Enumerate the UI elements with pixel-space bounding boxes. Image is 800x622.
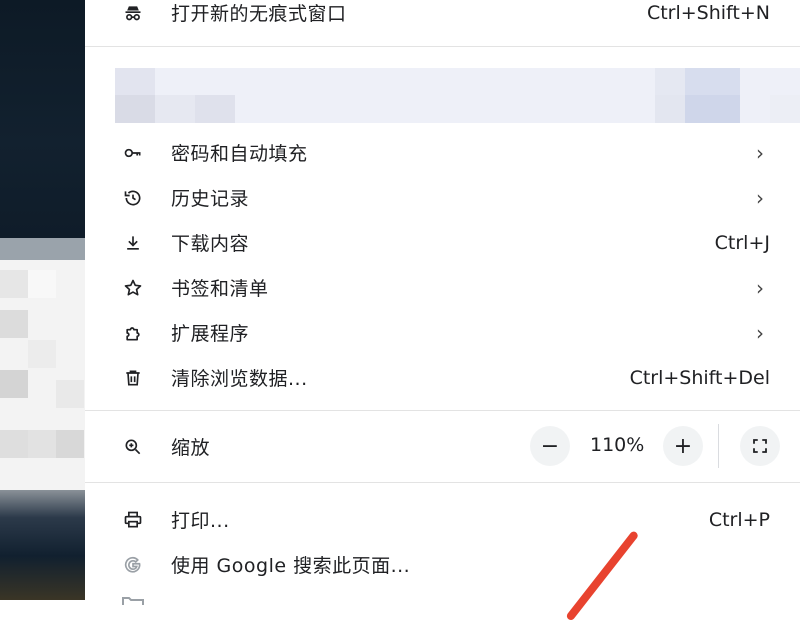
menu-item-label: 扩展程序 [171,323,250,345]
menu-item-label: 书签和清单 [171,278,269,300]
zoom-icon [121,435,145,459]
background-page [0,0,85,600]
key-icon [121,141,145,165]
menu-item-label: 清除浏览数据... [171,368,308,390]
download-icon [121,231,145,255]
menu-item-passwords[interactable]: 密码和自动填充 › [85,130,800,175]
shortcut-text: Ctrl+P [708,508,770,531]
menu-item-label: 历史记录 [171,188,250,210]
google-icon [121,553,145,577]
menu-item-label: 密码和自动填充 [171,143,308,165]
chevron-right-icon: › [756,320,764,345]
background-pixelated-region [0,260,85,490]
shortcut-text: Ctrl+J [714,231,770,254]
menu-item-label: 打印... [171,510,230,532]
menu-item-print[interactable]: 打印... Ctrl+P [85,497,800,542]
zoom-in-button[interactable]: + [663,426,703,466]
fullscreen-icon [753,439,767,453]
menu-item-label: 使用 Google 搜索此页面... [171,555,411,577]
separator [85,482,800,483]
menu-item-history[interactable]: 历史记录 › [85,175,800,220]
menu-item-clear-browsing-data[interactable]: 清除浏览数据... Ctrl+Shift+Del [85,355,800,400]
background-bottom-region [0,490,85,600]
chrome-main-menu: 打开新的无痕式窗口 Ctrl+Shift+N 密码和自动填充 › 历史记录 › [85,0,800,622]
menu-item-label: 缩放 [171,437,211,459]
background-grey-band [0,238,85,260]
puzzle-icon [121,321,145,345]
fullscreen-button[interactable] [740,426,780,466]
chevron-right-icon: › [756,275,764,300]
menu-item-label: 下载内容 [171,233,250,255]
menu-item-incognito[interactable]: 打开新的无痕式窗口 Ctrl+Shift+N [85,0,800,35]
menu-item-label: 打开新的无痕式窗口 [171,3,347,25]
folder-icon [121,590,145,605]
printer-icon [121,508,145,532]
zoom-divider [718,424,719,468]
shortcut-text: Ctrl+Shift+Del [629,366,770,389]
separator [85,46,800,47]
zoom-out-button[interactable]: − [530,426,570,466]
chevron-right-icon: › [756,140,764,165]
chevron-right-icon: › [756,185,764,210]
menu-item-downloads[interactable]: 下载内容 Ctrl+J [85,220,800,265]
separator [85,410,800,411]
blurred-profile-area [115,68,800,123]
incognito-icon [121,1,145,25]
zoom-level: 110% [590,434,645,456]
menu-item-google-search[interactable]: 使用 Google 搜索此页面... [85,542,800,587]
menu-item-extensions[interactable]: 扩展程序 › [85,310,800,355]
background-dark-region [0,0,85,238]
star-icon [121,276,145,300]
shortcut-text: Ctrl+Shift+N [646,1,770,24]
trash-icon [121,366,145,390]
history-icon [121,186,145,210]
menu-item-bookmarks[interactable]: 书签和清单 › [85,265,800,310]
